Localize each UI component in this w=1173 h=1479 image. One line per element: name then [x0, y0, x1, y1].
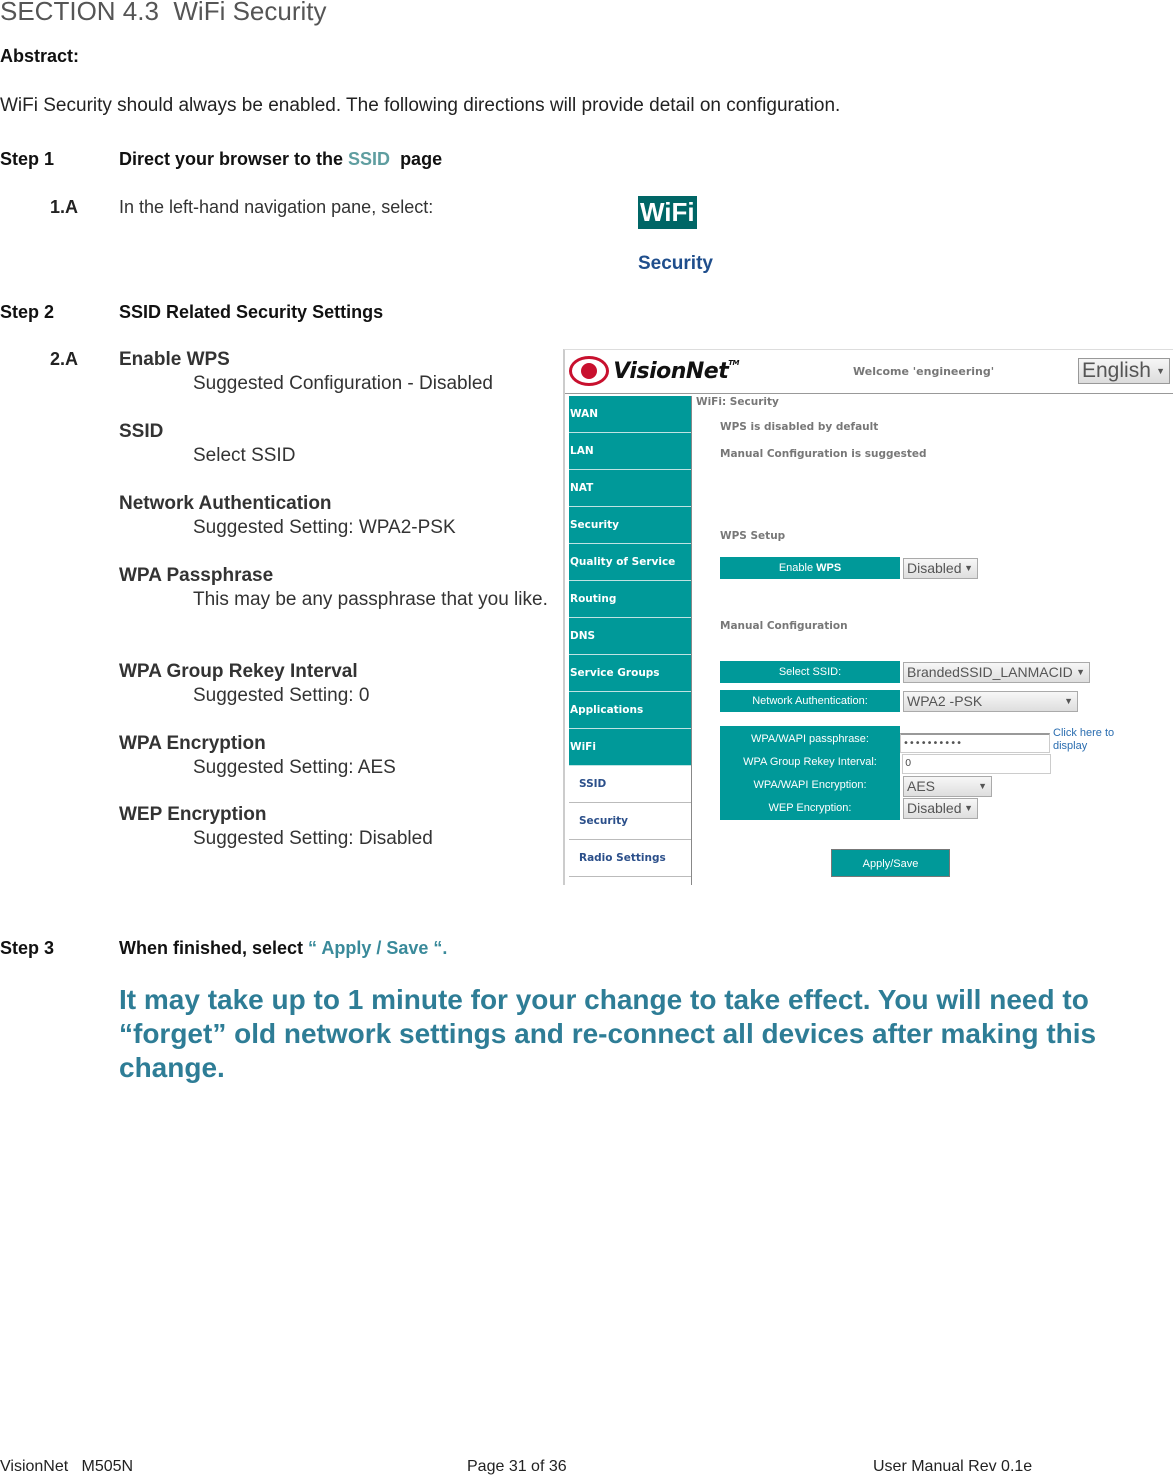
ssid-link: SSID — [348, 149, 391, 169]
network-auth-select[interactable]: WPA2 -PSK ▼ — [903, 691, 1078, 712]
visionnet-logo: VisionNetTM — [569, 352, 739, 390]
setting-value: This may be any passphrase that you like… — [193, 589, 548, 610]
setting-value: Suggested Configuration - Disabled — [193, 373, 493, 394]
step2-label: Step 2 — [0, 302, 55, 322]
sidebar-nav: WAN LAN NAT Security Quality of Service … — [569, 396, 692, 877]
footer-page-number: Page 31 of 36 — [467, 1458, 567, 1475]
setting-value: Suggested Setting: WPA2-PSK — [193, 517, 456, 538]
abstract-label: Abstract: — [0, 46, 80, 66]
sidebar-subitem-security[interactable]: Security — [569, 803, 692, 840]
sidebar-subitem-ssid[interactable]: SSID — [569, 766, 692, 803]
wpa-encryption-select[interactable]: AES ▼ — [903, 776, 992, 797]
language-select[interactable]: English ▼ — [1078, 358, 1170, 384]
setting-name: WEP Encryption — [119, 804, 267, 825]
wpa-encryption-label: WPA/WAPI Encryption: — [753, 779, 867, 791]
dropdown-caret-icon: ▼ — [978, 781, 987, 791]
sidebar-item-routing[interactable]: Routing — [569, 581, 692, 618]
sidebar-item-wifi[interactable]: WiFi — [569, 729, 692, 766]
sidebar-border — [691, 396, 692, 885]
step1a-label: 1.A — [50, 197, 79, 217]
sidebar-item-lan[interactable]: LAN — [569, 433, 692, 470]
enable-wps-label: Enable WPS — [720, 557, 900, 579]
apply-save-button[interactable]: Apply/Save — [831, 849, 950, 877]
setting-name: Enable WPS — [119, 349, 230, 370]
sidebar-item-qos[interactable]: Quality of Service — [569, 544, 692, 581]
setting-value: Suggested Setting: AES — [193, 757, 396, 778]
enable-wps-select[interactable]: Disabled ▼ — [903, 558, 978, 579]
select-ssid-dropdown[interactable]: BrandedSSID_LANMACID ▼ — [903, 662, 1090, 683]
passphrase-label: WPA/WAPI passphrase: — [751, 733, 869, 745]
step3-text-before: When finished, select — [119, 938, 309, 958]
dropdown-caret-icon: ▼ — [964, 803, 973, 813]
sidebar-item-applications[interactable]: Applications — [569, 692, 692, 729]
setting-name: SSID — [119, 421, 164, 442]
header-divider — [565, 393, 1173, 394]
sidebar-item-security[interactable]: Security — [569, 507, 692, 544]
router-ui-screenshot: VisionNetTM Welcome 'engineering' Englis… — [563, 349, 1173, 885]
dropdown-caret-icon: ▼ — [964, 563, 973, 573]
sidebar-item-nat[interactable]: NAT — [569, 470, 692, 507]
visionnet-logo-icon — [569, 356, 610, 386]
step1-label: Step 1 — [0, 149, 55, 169]
dropdown-caret-icon: ▼ — [1064, 696, 1073, 706]
apply-save-reference: “ Apply / Save “. — [308, 938, 448, 958]
nav-wifi-example: WiFi — [638, 196, 697, 229]
welcome-text: Welcome 'engineering' — [853, 365, 995, 378]
manual-config-info: Manual Configuration is suggested — [720, 448, 927, 460]
setting-value: Suggested Setting: 0 — [193, 685, 370, 706]
footer-right: User Manual Rev 0.1e — [873, 1458, 1033, 1475]
brand-name: VisionNetTM — [613, 358, 739, 384]
setting-value: Suggested Setting: Disabled — [193, 828, 433, 849]
rekey-interval-label: WPA Group Rekey Interval: — [743, 756, 877, 768]
step1-text: Direct your browser to the SSID page — [119, 149, 442, 170]
setting-value: Select SSID — [193, 445, 296, 466]
dropdown-caret-icon: ▼ — [1156, 366, 1165, 376]
display-passphrase-link[interactable]: Click here to display — [1053, 727, 1133, 753]
sidebar-item-wan[interactable]: WAN — [569, 396, 692, 433]
step2a-label: 2.A — [50, 349, 79, 369]
network-auth-label: Network Authentication: — [720, 690, 900, 712]
wps-default-info: WPS is disabled by default — [720, 421, 879, 433]
change-note: It may take up to 1 minute for your chan… — [119, 984, 1097, 1083]
sidebar-item-service-groups[interactable]: Service Groups — [569, 655, 692, 692]
page-heading: WiFi: Security — [696, 396, 779, 408]
footer-left: VisionNet M505N — [0, 1458, 134, 1475]
wps-setup-heading: WPS Setup — [720, 530, 786, 542]
manual-config-heading: Manual Configuration — [720, 620, 848, 632]
nav-security-example: Security — [638, 253, 713, 274]
wep-encryption-label: WEP Encryption: — [768, 802, 852, 814]
setting-name: WPA Passphrase — [119, 565, 274, 586]
dropdown-caret-icon: ▼ — [1076, 667, 1085, 677]
setting-name: Network Authentication — [119, 493, 332, 514]
sidebar-subitem-radio-settings[interactable]: Radio Settings — [569, 840, 692, 877]
step3-text: When finished, select “ Apply / Save “. — [119, 938, 447, 959]
sidebar-item-dns[interactable]: DNS — [569, 618, 692, 655]
step1a-text: In the left-hand navigation pane, select… — [119, 197, 434, 217]
wpa-settings-label-block: WPA/WAPI passphrase: WPA Group Rekey Int… — [720, 726, 900, 820]
step3-label: Step 3 — [0, 938, 55, 958]
section-title: SECTION 4.3 WiFi Security — [0, 0, 327, 26]
wep-encryption-select[interactable]: Disabled ▼ — [903, 798, 978, 819]
select-ssid-label: Select SSID: — [720, 661, 900, 683]
abstract-text: WiFi Security should always be enabled. … — [0, 95, 841, 116]
setting-name: WPA Encryption — [119, 733, 266, 754]
setting-name: WPA Group Rekey Interval — [119, 661, 358, 682]
passphrase-input[interactable]: •••••••••• — [900, 733, 1050, 753]
step2-text: SSID Related Security Settings — [119, 302, 384, 322]
step1-text-before: Direct your browser to the — [119, 149, 349, 169]
step1-text-after: page — [390, 149, 443, 169]
rekey-interval-input[interactable]: 0 — [902, 754, 1051, 774]
